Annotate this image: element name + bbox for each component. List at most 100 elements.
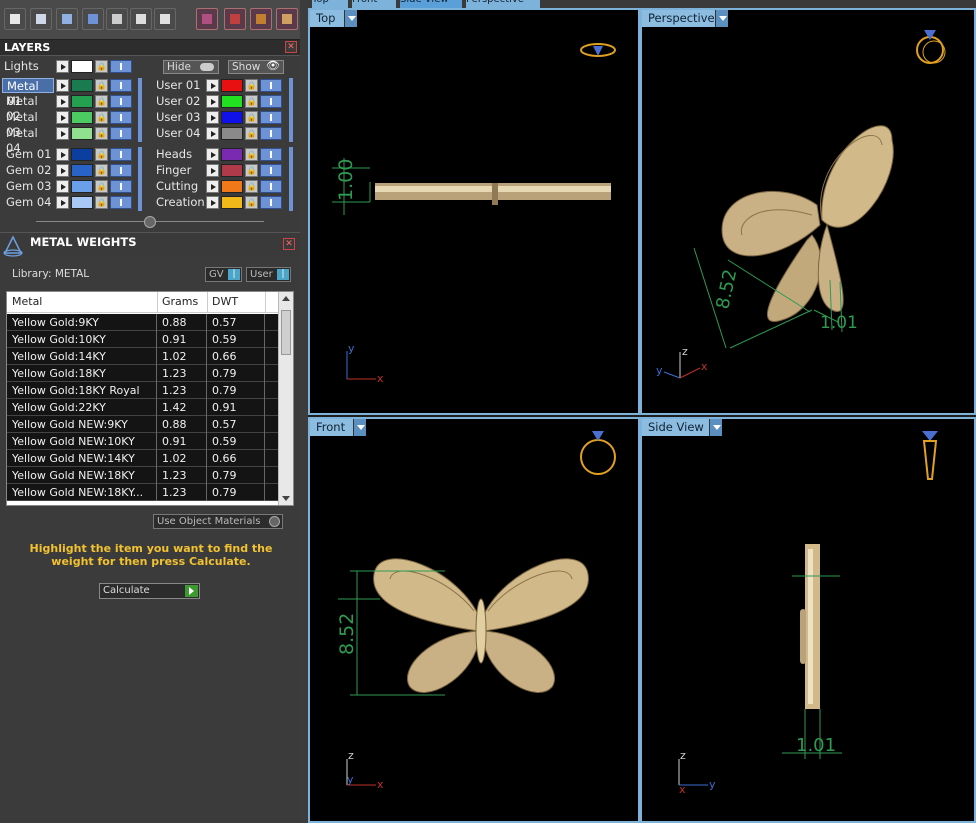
layer-visibility-toggle[interactable] bbox=[260, 79, 282, 92]
layer-lock-icon[interactable]: 🔒 bbox=[95, 127, 108, 140]
layer-arrow-icon[interactable] bbox=[206, 127, 219, 140]
layer-arrow-icon[interactable] bbox=[56, 148, 69, 161]
layer-name[interactable]: Gem 04 bbox=[2, 195, 54, 210]
layer-arrow-icon[interactable] bbox=[206, 95, 219, 108]
table-row[interactable]: Yellow Gold NEW:9KY 0.88 0.57 bbox=[7, 416, 278, 433]
viewport-front[interactable]: Front 8.52 z y x bbox=[308, 417, 640, 823]
layer-row[interactable]: Metal 01 🔒 bbox=[2, 78, 142, 108]
layer-visibility-toggle[interactable] bbox=[260, 148, 282, 161]
layer-row[interactable]: Gem 03 🔒 bbox=[2, 179, 142, 194]
gear-icon[interactable] bbox=[250, 8, 272, 30]
scroll-up-icon[interactable] bbox=[282, 296, 290, 301]
layer-name[interactable]: Metal 01 bbox=[2, 78, 54, 108]
show-button[interactable]: Show 👁 bbox=[228, 60, 284, 74]
layer-name[interactable]: User 03 bbox=[152, 110, 204, 125]
layer-visibility-toggle[interactable] bbox=[110, 196, 132, 209]
layer-lock-icon[interactable]: 🔒 bbox=[95, 164, 108, 177]
layer-visibility-toggle[interactable] bbox=[110, 164, 132, 177]
lights-color-swatch[interactable] bbox=[71, 60, 93, 73]
layer-lock-icon[interactable]: 🔒 bbox=[245, 180, 258, 193]
layer-arrow-icon[interactable] bbox=[56, 164, 69, 177]
layer-row[interactable]: Metal 02 🔒 bbox=[2, 94, 142, 123]
layer-color-swatch[interactable] bbox=[221, 164, 243, 177]
hide-button[interactable]: Hide bbox=[163, 60, 219, 74]
lights-lock-icon[interactable]: 🔒 bbox=[95, 60, 108, 73]
column-header-grams[interactable]: Grams bbox=[162, 295, 198, 308]
layer-color-swatch[interactable] bbox=[221, 196, 243, 209]
layers-close-icon[interactable]: ✕ bbox=[285, 41, 297, 53]
layer-arrow-icon[interactable] bbox=[56, 127, 69, 140]
layer-visibility-toggle[interactable] bbox=[110, 95, 132, 108]
layer-row[interactable]: Metal 04 🔒 bbox=[2, 126, 142, 155]
list-icon[interactable] bbox=[154, 8, 176, 30]
table-row[interactable]: Yellow Gold:14KY 1.02 0.66 bbox=[7, 348, 278, 365]
layer-lock-icon[interactable]: 🔒 bbox=[245, 127, 258, 140]
layer-name[interactable]: User 02 bbox=[152, 94, 204, 109]
layer-lock-icon[interactable]: 🔒 bbox=[245, 95, 258, 108]
tab-top[interactable]: Top bbox=[312, 0, 348, 8]
layer-name[interactable]: Gem 01 bbox=[2, 147, 54, 162]
layer-color-swatch[interactable] bbox=[221, 127, 243, 140]
layer-row[interactable]: Gem 02 🔒 bbox=[2, 163, 142, 178]
layer-color-swatch[interactable] bbox=[71, 196, 93, 209]
user-toggle[interactable]: User | bbox=[246, 267, 291, 282]
layer-visibility-toggle[interactable] bbox=[110, 180, 132, 193]
layer-name[interactable]: Gem 03 bbox=[2, 179, 54, 194]
layer-name[interactable]: User 04 bbox=[152, 126, 204, 141]
layer-name[interactable]: Creation bbox=[152, 195, 205, 210]
layer-name[interactable]: Metal 03 bbox=[2, 110, 54, 139]
layer-color-swatch[interactable] bbox=[221, 95, 243, 108]
layer-arrow-icon[interactable] bbox=[206, 196, 219, 209]
layer-lock-icon[interactable]: 🔒 bbox=[245, 196, 258, 209]
layer-visibility-toggle[interactable] bbox=[260, 196, 282, 209]
layer-name[interactable]: Finger bbox=[152, 163, 204, 178]
box-icon[interactable] bbox=[82, 8, 104, 30]
table-row[interactable]: Yellow Gold NEW:14KY 1.02 0.66 bbox=[7, 450, 278, 467]
monitor-icon[interactable] bbox=[30, 8, 52, 30]
table-row[interactable]: Yellow Gold:22KY 1.42 0.91 bbox=[7, 399, 278, 416]
layer-arrow-icon[interactable] bbox=[56, 180, 69, 193]
layer-visibility-toggle[interactable] bbox=[260, 180, 282, 193]
cube-icon[interactable] bbox=[56, 8, 78, 30]
panel-separator[interactable] bbox=[300, 0, 308, 823]
layer-arrow-icon[interactable] bbox=[56, 79, 69, 92]
layer-row[interactable]: Metal 03 🔒 bbox=[2, 110, 142, 139]
viewport-side[interactable]: Side View 1.01 z x y bbox=[640, 417, 976, 823]
layer-name[interactable]: User 01 bbox=[152, 78, 204, 93]
layer-arrow-icon[interactable] bbox=[206, 111, 219, 124]
tab-perspective[interactable]: Perspective bbox=[466, 0, 540, 8]
grid-icon[interactable] bbox=[224, 8, 246, 30]
layer-name[interactable]: Metal 04 bbox=[2, 126, 54, 155]
table-row[interactable]: Yellow Gold NEW:18KY... 1.23 0.79 bbox=[7, 484, 278, 501]
layer-row[interactable]: Heads 🔒 bbox=[152, 147, 292, 162]
scroll-down-icon[interactable] bbox=[282, 496, 290, 501]
use-object-materials-toggle[interactable]: Use Object Materials bbox=[153, 514, 283, 529]
layer-lock-icon[interactable]: 🔒 bbox=[95, 79, 108, 92]
layer-visibility-toggle[interactable] bbox=[110, 148, 132, 161]
filter-icon[interactable] bbox=[106, 8, 128, 30]
calculate-button[interactable]: Calculate bbox=[99, 583, 200, 599]
layer-row[interactable]: User 02 🔒 bbox=[152, 94, 292, 109]
layer-arrow-icon[interactable] bbox=[206, 180, 219, 193]
layer-lock-icon[interactable]: 🔒 bbox=[95, 95, 108, 108]
layer-name[interactable]: Cutting bbox=[152, 179, 204, 194]
table-row[interactable]: Yellow Gold NEW:18KY 1.23 0.79 bbox=[7, 467, 278, 484]
table-scrollbar[interactable] bbox=[278, 292, 293, 505]
scroll-thumb[interactable] bbox=[281, 310, 291, 355]
layer-arrow-icon[interactable] bbox=[206, 79, 219, 92]
column-header-metal[interactable]: Metal bbox=[12, 295, 42, 308]
layer-color-swatch[interactable] bbox=[71, 164, 93, 177]
viewport-perspective[interactable]: Perspective 8.52 1.01 z y x bbox=[640, 8, 976, 415]
layer-visibility-toggle[interactable] bbox=[260, 111, 282, 124]
layer-row[interactable]: Creation 🔒 bbox=[152, 195, 292, 210]
viewport-top[interactable]: Top 1.00 y x bbox=[308, 8, 640, 415]
layer-color-swatch[interactable] bbox=[71, 95, 93, 108]
layer-row[interactable]: Gem 01 🔒 bbox=[2, 147, 142, 162]
layer-lock-icon[interactable]: 🔒 bbox=[95, 111, 108, 124]
layer-color-swatch[interactable] bbox=[71, 148, 93, 161]
tab-side-view[interactable]: Side View bbox=[400, 0, 462, 8]
select-icon[interactable] bbox=[130, 8, 152, 30]
layer-row[interactable]: User 04 🔒 bbox=[152, 126, 292, 141]
layer-row[interactable]: Cutting 🔒 bbox=[152, 179, 292, 194]
collapse-chevron-icon[interactable] bbox=[144, 216, 156, 228]
